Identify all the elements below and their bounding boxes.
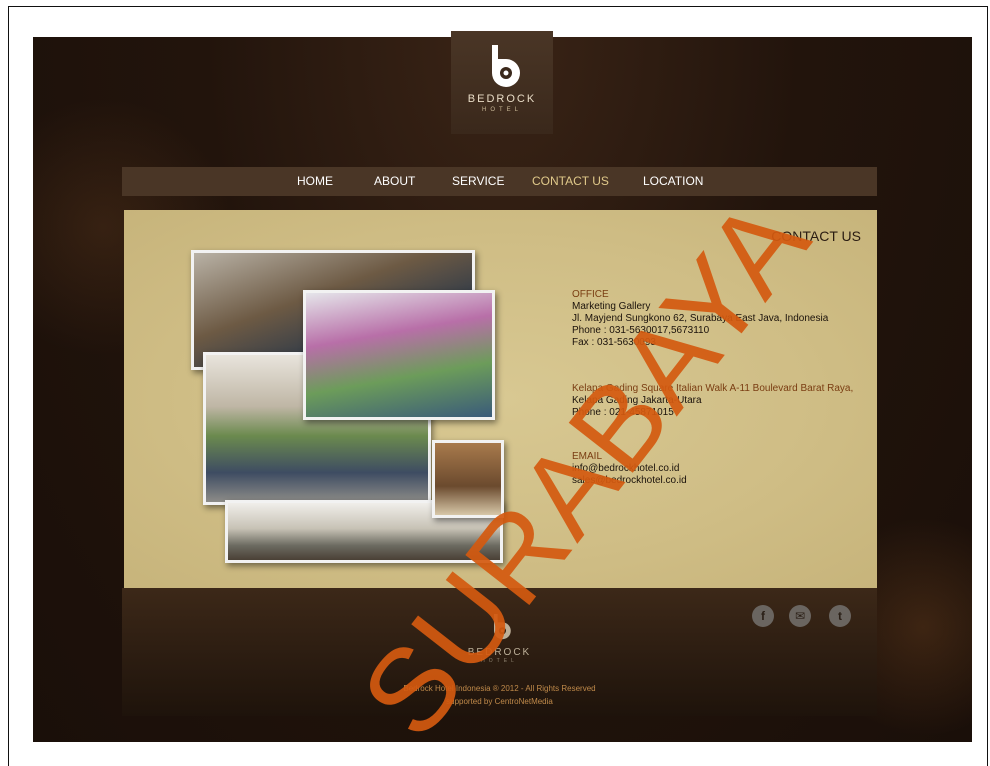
- footer-logo-name: BEDROCK: [467, 647, 532, 658]
- main-nav: HOME ABOUT SERVICE CONTACT US LOCATION: [122, 167, 877, 196]
- footer-logo-sub: HOTEL: [481, 658, 518, 664]
- office-address: Jl. Mayjend Sungkono 62, Surabaya East J…: [572, 313, 829, 324]
- facebook-icon[interactable]: f: [752, 605, 774, 627]
- office-line: Marketing Gallery: [572, 301, 651, 312]
- hotel-photo-room: [432, 440, 504, 518]
- nav-location[interactable]: LOCATION: [643, 174, 703, 188]
- contact-panel: CONTACT US OFFICE Marketing Gallery Jl. …: [124, 210, 877, 588]
- site-logo[interactable]: BEDROCK HOTEL: [451, 31, 553, 134]
- branch-heading: Kelapa Gading Square Italian Walk A-11 B…: [572, 383, 854, 394]
- branch-address: Kelapa Gading Jakarta-Utara: [572, 395, 702, 406]
- site-footer: f ✉ t BEDROCK HOTEL Bedrock Hotel Indone…: [122, 588, 877, 716]
- office-fax: Fax : 031-5630093: [572, 337, 656, 348]
- branch-phone: Phone : 021-45871015: [572, 407, 674, 418]
- logo-name: BEDROCK: [467, 93, 537, 105]
- bedrock-logo-icon: [493, 614, 511, 640]
- nav-about[interactable]: ABOUT: [374, 174, 415, 188]
- logo-sub: HOTEL: [481, 107, 522, 113]
- branch-info: Kelapa Gading Square Italian Walk A-11 B…: [572, 383, 853, 419]
- nav-home[interactable]: HOME: [297, 174, 333, 188]
- office-phone: Phone : 031-5630017,5673110: [572, 325, 710, 336]
- hotel-photo-pool: [303, 290, 495, 420]
- twitter-icon[interactable]: t: [829, 605, 851, 627]
- email-sales-address[interactable]: sales@bedrockhotel.co.id: [572, 475, 687, 487]
- email-heading: EMAIL: [572, 451, 603, 462]
- email-info: EMAIL info@bedrockhotel.co.id sales@bedr…: [572, 451, 687, 487]
- office-info: OFFICE Marketing Gallery Jl. Mayjend Sun…: [572, 289, 828, 349]
- office-heading: OFFICE: [572, 289, 609, 300]
- bedrock-logo-icon: [492, 45, 520, 87]
- supported-by-text[interactable]: supported by CentroNetMedia: [122, 697, 877, 706]
- nav-contact-us[interactable]: CONTACT US: [532, 174, 609, 188]
- nav-service[interactable]: SERVICE: [452, 174, 504, 188]
- footer-logo[interactable]: BEDROCK HOTEL: [462, 612, 537, 664]
- mail-icon[interactable]: ✉: [789, 605, 811, 627]
- page-title: CONTACT US: [771, 228, 861, 244]
- copyright-text: Bedrock Hotel Indonesia ® 2012 - All Rig…: [403, 684, 596, 693]
- email-info-address[interactable]: info@bedrockhotel.co.id: [572, 463, 687, 475]
